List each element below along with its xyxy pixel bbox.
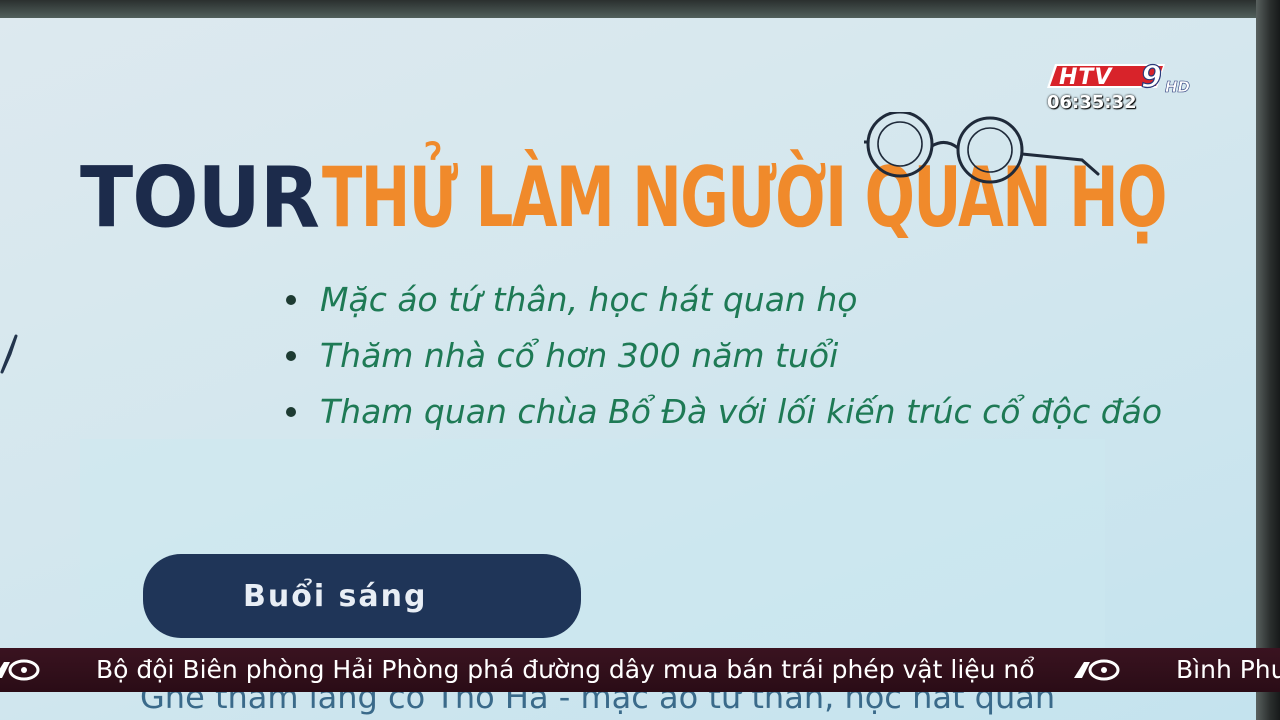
logo-suffix: HD: [1165, 78, 1190, 96]
screen-right-edge: [1256, 0, 1280, 720]
screen-top-edge: [0, 0, 1280, 18]
bullet-item: Thăm nhà cổ hơn 300 năm tuổi: [284, 332, 1162, 388]
arrow-icon: [0, 334, 18, 374]
bullet-item: Mặc áo tứ thân, học hát quan họ: [284, 276, 1162, 332]
tour-bullet-list: Mặc áo tứ thân, học hát quan họ Thăm nhà…: [284, 276, 1162, 444]
bullet-text: Tham quan chùa Bổ Đà với lối kiến trúc c…: [320, 392, 1163, 431]
bullet-item: Tham quan chùa Bổ Đà với lối kiến trúc c…: [284, 388, 1162, 444]
ticker-next-headline: Bình Phư: [1176, 655, 1280, 684]
broadcast-clock: 06:35:32: [1047, 92, 1137, 113]
htv-ticker-icon: [0, 659, 40, 681]
morning-session-button: Buổi sáng: [143, 554, 581, 638]
bullet-dot: [286, 295, 296, 305]
logo-number: 9: [1141, 60, 1162, 95]
bullet-text: Mặc áo tứ thân, học hát quan họ: [320, 280, 858, 319]
bullet-dot: [286, 351, 296, 361]
ticker-headline: Bộ đội Biên phòng Hải Phòng phá đường dâ…: [96, 655, 1035, 684]
news-ticker: Bộ đội Biên phòng Hải Phòng phá đường dâ…: [0, 648, 1280, 692]
tour-label: TOUR: [80, 150, 320, 248]
logo-letters: HTV: [1059, 65, 1113, 90]
bullet-text: Thăm nhà cổ hơn 300 năm tuổi: [320, 336, 839, 375]
bullet-dot: [286, 407, 296, 417]
htv-ticker-icon: [1074, 659, 1120, 681]
glasses-icon: [864, 112, 1100, 184]
